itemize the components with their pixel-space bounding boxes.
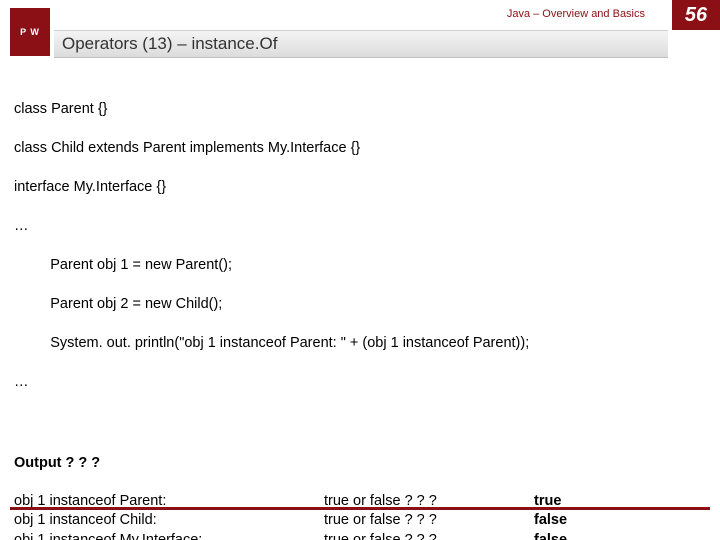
output-answer: false [534,511,654,531]
code-line: interface My.Interface {} [14,178,706,198]
code-line: … [14,217,706,237]
logo: P W [10,8,50,56]
content: class Parent {} class Child extends Pare… [14,80,706,540]
page-number-badge: 56 [672,0,720,30]
title-bar: Operators (13) – instance.Of [54,30,668,58]
output-questions-col: true or false ? ? ? true or false ? ? ? … [324,492,534,540]
output-label: obj 1 instanceof Child: [14,511,324,531]
code-line: Parent obj 2 = new Child(); [14,295,706,315]
code-line: … [14,373,706,393]
code-line: class Child extends Parent implements My… [14,139,706,159]
output-answer: false [534,531,654,540]
header-meta: Java – Overview and Basics [0,8,720,28]
slide-title: Operators (13) – instance.Of [62,34,277,54]
code-line: class Parent {} [14,100,706,120]
output-question: true or false ? ? ? [324,531,534,540]
output-heading: Output ? ? ? [14,454,706,474]
header-meta-text: Java – Overview and Basics [507,8,645,20]
output-columns: obj 1 instanceof Parent: obj 1 instanceo… [14,492,706,540]
code-line: Parent obj 1 = new Parent(); [14,256,706,276]
code-block: class Parent {} class Child extends Pare… [14,80,706,432]
code-line: System. out. println("obj 1 instanceof P… [14,334,706,354]
slide: Java – Overview and Basics 56 P W Operat… [0,0,720,540]
output-label: obj 1 instanceof My.Interface: [14,531,324,540]
footer-divider [10,507,710,510]
output-question: true or false ? ? ? [324,511,534,531]
output-labels-col: obj 1 instanceof Parent: obj 1 instanceo… [14,492,324,540]
output-answers-col: true false false true true true [534,492,654,540]
logo-text: P W [20,27,40,37]
